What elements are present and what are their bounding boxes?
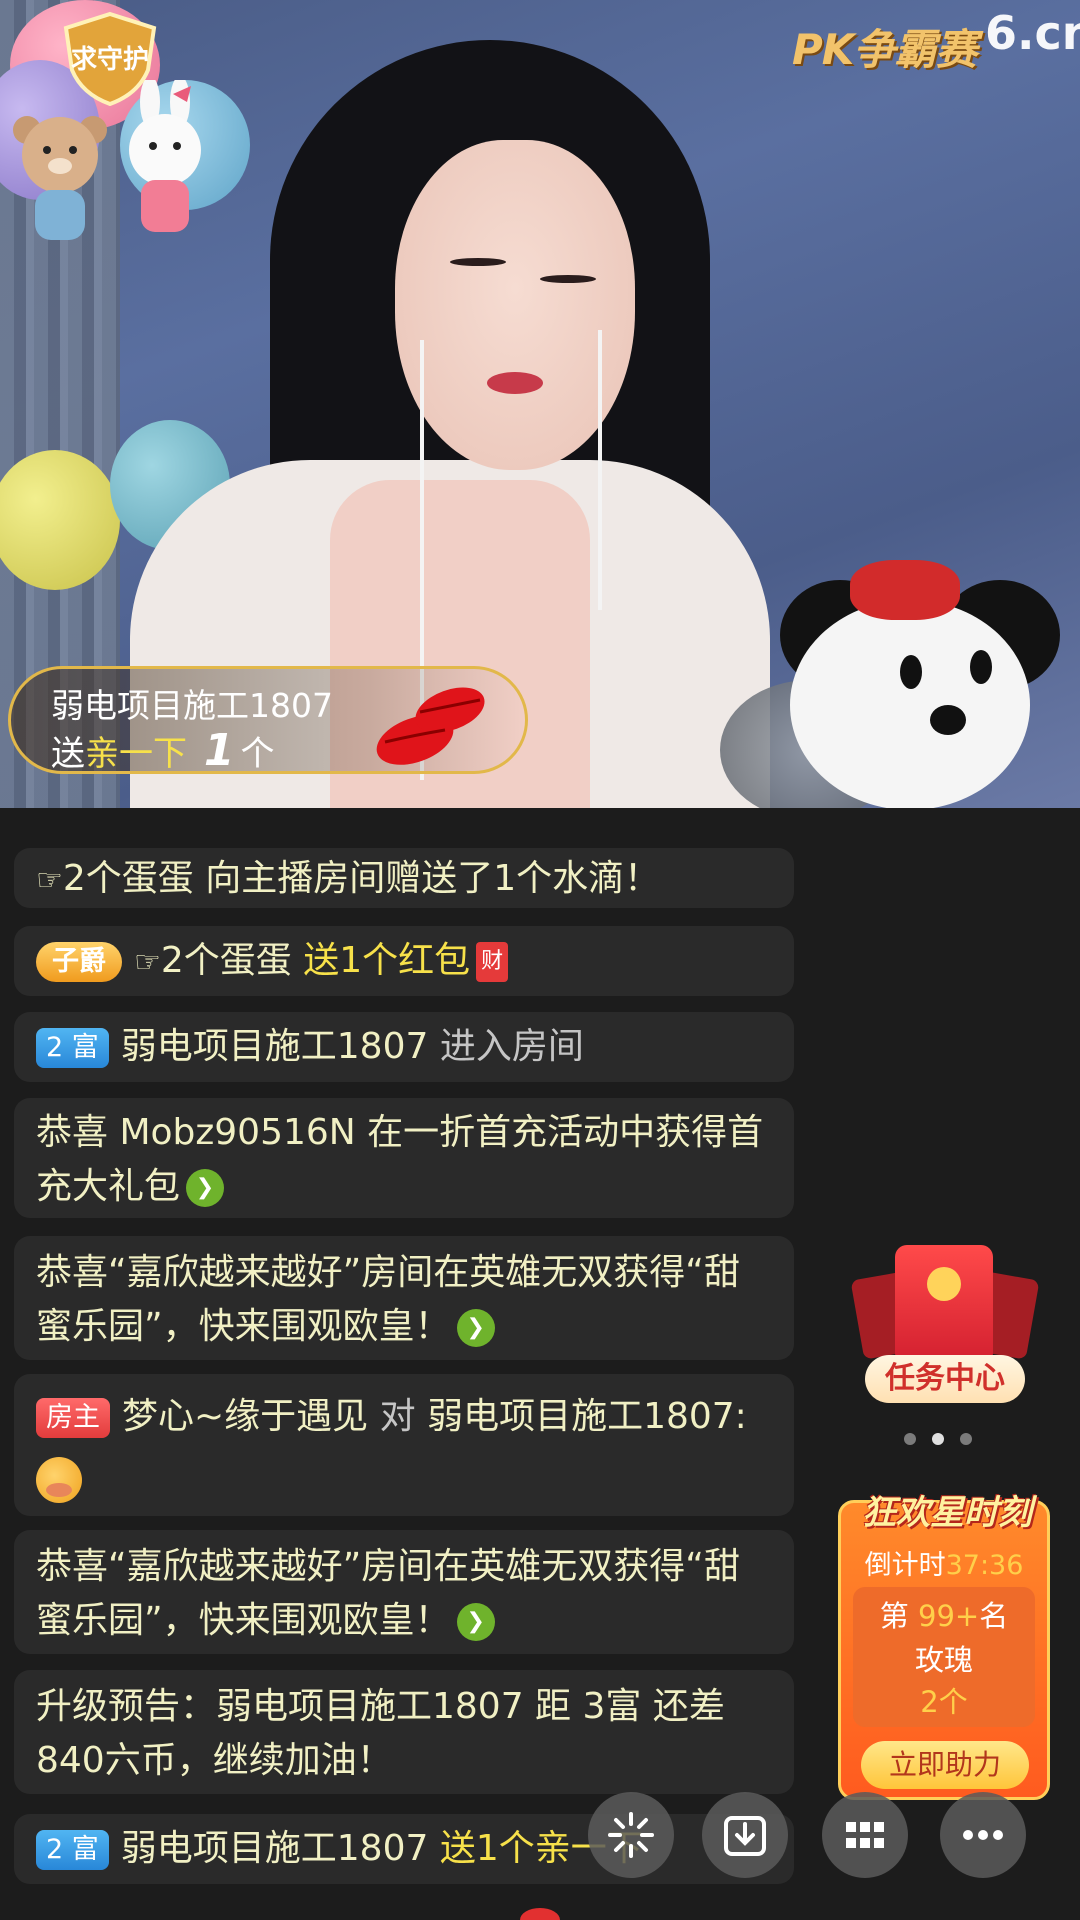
streamer-eye-right bbox=[540, 275, 596, 283]
chat-username[interactable]: 2个蛋蛋 bbox=[161, 940, 292, 981]
carnival-event-widget[interactable]: 狂欢星时刻 倒计时37:36 第 99+名 玫瑰 2个 立即助力 bbox=[838, 1493, 1050, 1800]
plush-nose bbox=[930, 705, 966, 735]
chat-message: 升级预告：弱电项目施工1807 距 3富 还差840六币，继续加油！ bbox=[14, 1670, 794, 1794]
apps-button[interactable] bbox=[822, 1792, 908, 1878]
pk-contest-logo: PK争霸赛 bbox=[792, 25, 977, 74]
sparkle-icon bbox=[608, 1812, 654, 1858]
chat-message: 2 富弱电项目施工1807 送1个亲一下 bbox=[14, 1814, 794, 1884]
chat-username[interactable]: 弱电项目施工1807 bbox=[121, 1828, 429, 1869]
carnival-gift-name: 玫瑰 bbox=[914, 1643, 973, 1677]
pointing-hand-icon: ☞ bbox=[134, 945, 161, 980]
carnival-rank: 第 99+名 bbox=[853, 1593, 1035, 1635]
gift-description: 送亲一下 1个 bbox=[51, 725, 274, 776]
arrow-right-icon[interactable]: ❯ bbox=[456, 1309, 495, 1347]
rank-suffix: 名 bbox=[979, 1599, 1009, 1633]
wealth-level-badge: 2 富 bbox=[36, 1028, 109, 1068]
chat-message[interactable]: 恭喜“嘉欣越来越好”房间在英雄无双获得“甜蜜乐园”，快来围观欧皇！ ❯ bbox=[14, 1530, 794, 1654]
emoji-icon bbox=[36, 1457, 82, 1503]
gift-sender-name: 弱电项目施工1807 bbox=[51, 686, 333, 725]
carousel-indicator bbox=[904, 1430, 988, 1449]
carnival-rank-box: 第 99+名 玫瑰 2个 bbox=[853, 1587, 1035, 1727]
chat-message: 子爵 ☞2个蛋蛋 送1个红包财 bbox=[14, 926, 794, 996]
rank-value: 99+ bbox=[918, 1599, 980, 1633]
carousel-dot bbox=[904, 1433, 916, 1445]
chat-text: 恭喜“嘉欣越来越好”房间在英雄无双获得“甜蜜乐园”，快来围观欧皇！ bbox=[36, 1546, 740, 1641]
chat-connector: 对 bbox=[368, 1396, 428, 1437]
chat-username[interactable]: 梦心~缘于遇见 bbox=[122, 1396, 368, 1437]
plush-bow bbox=[850, 560, 960, 620]
chat-text: 向主播房间赠送了1个水滴！ bbox=[193, 858, 661, 899]
chat-message[interactable]: 恭喜“嘉欣越来越好”房间在英雄无双获得“甜蜜乐园”，快来围观欧皇！ ❯ bbox=[14, 1236, 794, 1360]
sparkle-button[interactable] bbox=[588, 1792, 674, 1878]
chat-text: 恭喜 Mobz90516N 在一折首充活动中获得首充大礼包 bbox=[36, 1112, 764, 1207]
gift-unit: 个 bbox=[240, 734, 275, 774]
site-logo: 6.cn bbox=[985, 6, 1080, 60]
grid-icon bbox=[846, 1822, 884, 1848]
carousel-dot bbox=[960, 1433, 972, 1445]
rank-prefix: 第 bbox=[879, 1599, 918, 1633]
boost-now-button[interactable]: 立即助力 bbox=[861, 1741, 1029, 1789]
chat-text: 恭喜“嘉欣越来越好”房间在英雄无双获得“甜蜜乐园”，快来围观欧皇！ bbox=[36, 1252, 740, 1347]
red-envelope-icon bbox=[895, 1245, 993, 1365]
carnival-gift-qty: 2个 bbox=[920, 1685, 968, 1719]
chat-text: 升级预告：弱电项目施工1807 距 3富 还差840六币，继续加油！ bbox=[36, 1686, 725, 1781]
gift-count: 1 bbox=[203, 725, 235, 776]
plush-toy-head bbox=[790, 600, 1030, 808]
chat-text: 进入房间 bbox=[428, 1026, 584, 1067]
earphone-cable bbox=[598, 330, 602, 610]
gift-name: 亲一下 bbox=[85, 734, 187, 774]
countdown-time: 37:36 bbox=[945, 1550, 1024, 1581]
carnival-countdown: 倒计时37:36 bbox=[841, 1543, 1047, 1582]
chat-username[interactable]: 弱电项目施工1807 bbox=[121, 1026, 429, 1067]
pointing-hand-icon: ☞ bbox=[36, 863, 63, 898]
streamer-eye-left bbox=[450, 258, 506, 266]
download-button[interactable] bbox=[702, 1792, 788, 1878]
kiss-lips-icon bbox=[376, 687, 485, 765]
countdown-label: 倒计时 bbox=[864, 1550, 946, 1581]
download-icon bbox=[724, 1816, 766, 1856]
plush-eye bbox=[900, 655, 922, 689]
chat-target-user[interactable]: 弱电项目施工1807: bbox=[427, 1396, 747, 1437]
bear-sticker-icon bbox=[13, 116, 107, 240]
noble-rank-badge: 子爵 bbox=[36, 942, 122, 982]
room-owner-badge: 房主 bbox=[36, 1398, 110, 1438]
streamer-lips bbox=[487, 372, 543, 394]
guard-badge-icon[interactable]: 求守护 bbox=[58, 10, 162, 106]
more-icon bbox=[963, 1830, 1003, 1840]
chat-message[interactable]: 恭喜 Mobz90516N 在一折首充活动中获得首充大礼包 ❯ bbox=[14, 1098, 794, 1218]
arrow-right-icon[interactable]: ❯ bbox=[186, 1169, 225, 1207]
task-center-widget[interactable]: 任务中心 bbox=[850, 1245, 1040, 1415]
live-video[interactable]: 求守护 PK争霸赛 6.cn 弱电项目施工1807 送亲一下 1个 bbox=[0, 0, 1080, 808]
more-button[interactable] bbox=[940, 1792, 1026, 1878]
chat-message: 2 富弱电项目施工1807 进入房间 bbox=[14, 1012, 794, 1082]
gift-send-label: 送 bbox=[51, 734, 85, 774]
task-center-label: 任务中心 bbox=[865, 1355, 1025, 1403]
chat-text: 送1个红包 bbox=[291, 940, 471, 981]
chat-username[interactable]: 2个蛋蛋 bbox=[63, 858, 194, 899]
arrow-right-icon[interactable]: ❯ bbox=[456, 1603, 495, 1641]
chat-message: ☞2个蛋蛋 向主播房间赠送了1个水滴！ bbox=[14, 848, 794, 908]
carousel-dot-active bbox=[932, 1433, 944, 1445]
plush-eye bbox=[970, 650, 992, 684]
carnival-title: 狂欢星时刻 bbox=[862, 1493, 1032, 1533]
wealth-level-badge: 2 富 bbox=[36, 1830, 109, 1870]
chat-message: 房主 梦心~缘于遇见 对 弱电项目施工1807: bbox=[14, 1374, 794, 1516]
svg-text:求守护: 求守护 bbox=[71, 44, 149, 75]
red-envelope-icon: 财 bbox=[476, 942, 509, 982]
